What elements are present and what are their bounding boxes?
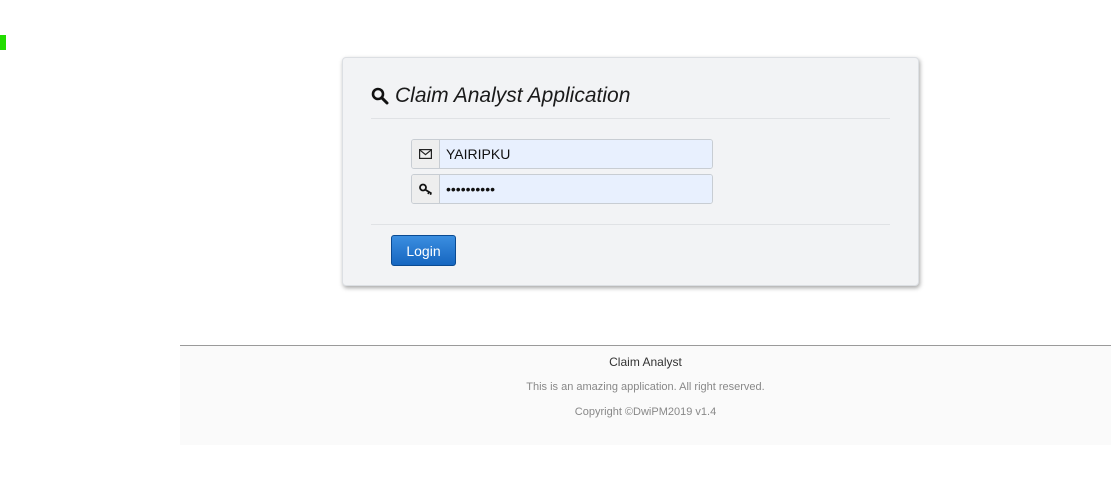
username-input[interactable] — [440, 140, 712, 168]
header-divider — [371, 118, 890, 119]
panel-header: Claim Analyst Application — [371, 84, 630, 108]
password-input[interactable] — [440, 175, 712, 203]
login-page: Claim Analyst Application YAIRIPKU •••••… — [0, 0, 1111, 478]
login-panel: Claim Analyst Application YAIRIPKU •••••… — [342, 57, 919, 286]
status-indicator — [0, 35, 6, 50]
form-divider — [371, 224, 890, 225]
key-icon — [412, 175, 440, 203]
username-group — [411, 139, 713, 169]
footer: Claim Analyst This is an amazing applica… — [180, 345, 1111, 445]
password-group — [411, 174, 713, 204]
search-icon — [371, 87, 389, 105]
footer-title: Claim Analyst — [609, 355, 682, 369]
login-button[interactable]: Login — [391, 235, 456, 266]
footer-copyright: Copyright ©DwiPM2019 v1.4 — [574, 406, 717, 418]
app-title: Claim Analyst Application — [395, 84, 631, 107]
footer-tagline: This is an amazing application. All righ… — [526, 381, 765, 393]
envelope-icon — [412, 140, 440, 168]
